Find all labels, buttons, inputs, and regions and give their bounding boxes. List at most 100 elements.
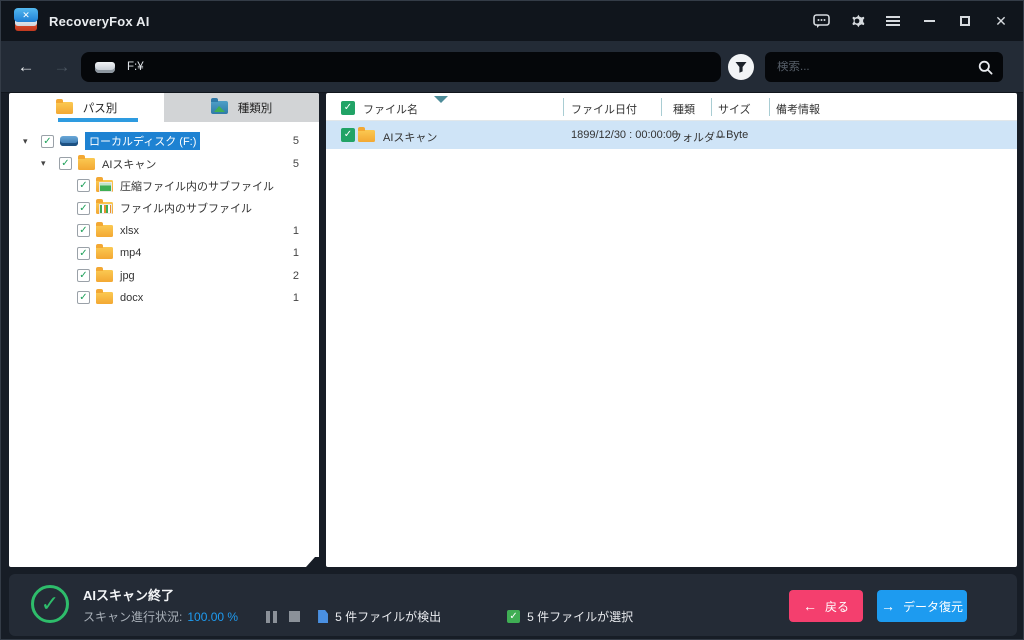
tree-item[interactable]: ▾ ✓ AIスキャン 5	[9, 152, 319, 174]
tree-checkbox[interactable]: ✓	[77, 224, 90, 238]
tree-item-count: 5	[292, 135, 299, 148]
toolbar: ← → F:¥	[1, 41, 1023, 93]
forward-nav-icon: →	[53, 57, 71, 76]
tree-item-label: ローカルディスク (F:)	[85, 132, 201, 151]
settings-gear-icon[interactable]	[843, 7, 871, 35]
row-checkbox[interactable]: ✓	[341, 128, 355, 142]
file-date: 1899/12/30 : 00:00:00	[571, 129, 679, 141]
folder-image-icon	[96, 176, 113, 192]
minimize-button[interactable]	[915, 7, 943, 35]
tree-item[interactable]: ✓ jpg 2	[9, 264, 319, 286]
close-button[interactable]: ✕	[987, 7, 1015, 35]
file-name: AIスキャン	[383, 132, 438, 144]
search-icon[interactable]	[978, 60, 993, 75]
tree-checkbox[interactable]: ✓	[77, 291, 90, 305]
tree-item-count: 1	[292, 291, 299, 304]
tree-item-count: 2	[292, 269, 299, 282]
tree: ▾ ✓ ローカルディスク (F:) 5 ▾ ✓ AIスキャン 5 ✓ 圧縮ファイル内のサブファイル…	[9, 122, 319, 309]
tab-by-type[interactable]: 種類別	[164, 93, 319, 122]
recover-data-button[interactable]: → データ復元	[877, 590, 967, 622]
tree-checkbox[interactable]: ✓	[77, 201, 90, 215]
back-button-label: 戻る	[824, 599, 849, 614]
panel-splitter[interactable]	[319, 93, 326, 567]
filter-icon[interactable]	[728, 54, 754, 80]
app-title: RecoveryFox AI	[49, 13, 150, 29]
tab-label: パス別	[82, 102, 118, 115]
tree-item[interactable]: ✓ 圧縮ファイル内のサブファイル	[9, 175, 319, 197]
folder-icon	[96, 266, 113, 282]
scan-complete-icon: ✓	[31, 585, 69, 623]
folder-chart-icon	[96, 199, 113, 215]
search-input[interactable]	[765, 61, 978, 73]
disk-icon	[60, 136, 78, 147]
expander-icon[interactable]: ▾	[41, 159, 51, 168]
tree-item-count: 1	[292, 224, 299, 237]
scan-status-title: AIスキャン終了	[83, 588, 175, 603]
file-list-panel: ✓ ファイル名 ファイル日付 種類 サイズ 備考情報 ✓ AIスキャン 1899/1…	[326, 93, 1017, 567]
column-note[interactable]: 備考情報	[776, 101, 820, 117]
sidebar-tabs: パス別 種類別	[9, 93, 319, 122]
back-nav-icon[interactable]: ←	[13, 55, 39, 79]
feedback-icon[interactable]	[807, 7, 835, 35]
current-path: F:¥	[127, 61, 144, 73]
file-doc-icon	[318, 610, 329, 623]
sort-arrow-icon[interactable]	[434, 96, 448, 103]
statusbar: ✓ AIスキャン終了 スキャン進行状況: 100.00 % 5 件ファイルが検出…	[9, 574, 1017, 636]
folder-icon	[55, 98, 73, 114]
tree-item[interactable]: ✓ mp4 1	[9, 242, 319, 264]
table-row[interactable]: ✓ AIスキャン 1899/12/30 : 00:00:00 フォルダー 0 Byte	[326, 121, 1017, 149]
folder-icon	[358, 127, 375, 142]
active-tab-indicator	[58, 118, 138, 122]
file-size: 0 Byte	[717, 129, 749, 141]
sidebar: パス別 種類別 ▾ ✓ ローカルディスク (F:) 5 ▾ ✓ AIスキャン 5 ✓ 圧縮ファイル…	[9, 93, 319, 567]
image-folder-icon	[210, 98, 228, 114]
tree-checkbox[interactable]: ✓	[59, 157, 72, 171]
titlebar: ✕ RecoveryFox AI ✕	[1, 1, 1023, 41]
tree-checkbox[interactable]: ✓	[77, 246, 90, 260]
tree-item-label: ファイル内のサブファイル	[120, 203, 252, 216]
search-box[interactable]	[765, 52, 1003, 82]
app-logo-icon: ✕	[13, 8, 39, 34]
tree-item-label: AIスキャン	[102, 158, 157, 171]
pause-icon[interactable]	[266, 610, 278, 623]
path-bar[interactable]: F:¥	[81, 52, 721, 82]
back-arrow-icon: ←	[802, 598, 817, 614]
stop-icon[interactable]	[289, 611, 301, 622]
select-all-checkbox[interactable]: ✓	[341, 101, 355, 115]
progress-value: 100.00 %	[187, 609, 239, 624]
tree-item[interactable]: ✓ docx 1	[9, 287, 319, 309]
app-window: ✕ RecoveryFox AI ✕ ← → F:¥ 検索... パス別 種類別…	[0, 0, 1024, 640]
tree-item-count: 1	[292, 247, 299, 260]
folder-icon	[96, 221, 113, 237]
back-button[interactable]: ← 戻る	[789, 590, 863, 622]
expander-icon[interactable]: ▾	[23, 136, 33, 146]
tree-item[interactable]: ✓ xlsx 1	[9, 220, 319, 242]
files-detected-text: 5 件ファイルが検出	[335, 610, 442, 624]
drive-icon	[95, 61, 115, 73]
tree-item-label: jpg	[120, 269, 135, 282]
folder-open-icon	[78, 154, 95, 170]
tree-item-count: 5	[292, 157, 299, 170]
tree-item-label: 圧縮ファイル内のサブファイル	[120, 180, 274, 193]
column-type[interactable]: 種類	[673, 101, 695, 117]
tab-label: 種類別	[237, 102, 273, 115]
tree-checkbox[interactable]: ✓	[41, 134, 54, 148]
tree-item-label: mp4	[120, 247, 142, 260]
maximize-button[interactable]	[951, 7, 979, 35]
folder-icon	[96, 244, 113, 260]
file-table-header: ✓ ファイル名 ファイル日付 種類 サイズ 備考情報	[326, 93, 1017, 121]
column-size[interactable]: サイズ	[718, 101, 751, 117]
menu-icon[interactable]	[879, 7, 907, 35]
folder-icon	[96, 288, 113, 304]
tree-item-label: xlsx	[120, 224, 139, 237]
tree-item[interactable]: ✓ ファイル内のサブファイル	[9, 197, 319, 219]
tree-checkbox[interactable]: ✓	[77, 269, 90, 283]
recover-button-label: データ復元	[902, 599, 963, 614]
column-file-date[interactable]: ファイル日付	[571, 101, 637, 117]
tree-checkbox[interactable]: ✓	[77, 179, 90, 193]
file-table-body: ✓ AIスキャン 1899/12/30 : 00:00:00 フォルダー 0 Byte	[326, 121, 1017, 149]
tree-item-label: docx	[120, 291, 144, 304]
tree-item[interactable]: ▾ ✓ ローカルディスク (F:) 5	[9, 130, 319, 152]
selected-checkbox-icon: ✓	[507, 610, 521, 623]
column-file-name[interactable]: ファイル名	[363, 101, 418, 117]
